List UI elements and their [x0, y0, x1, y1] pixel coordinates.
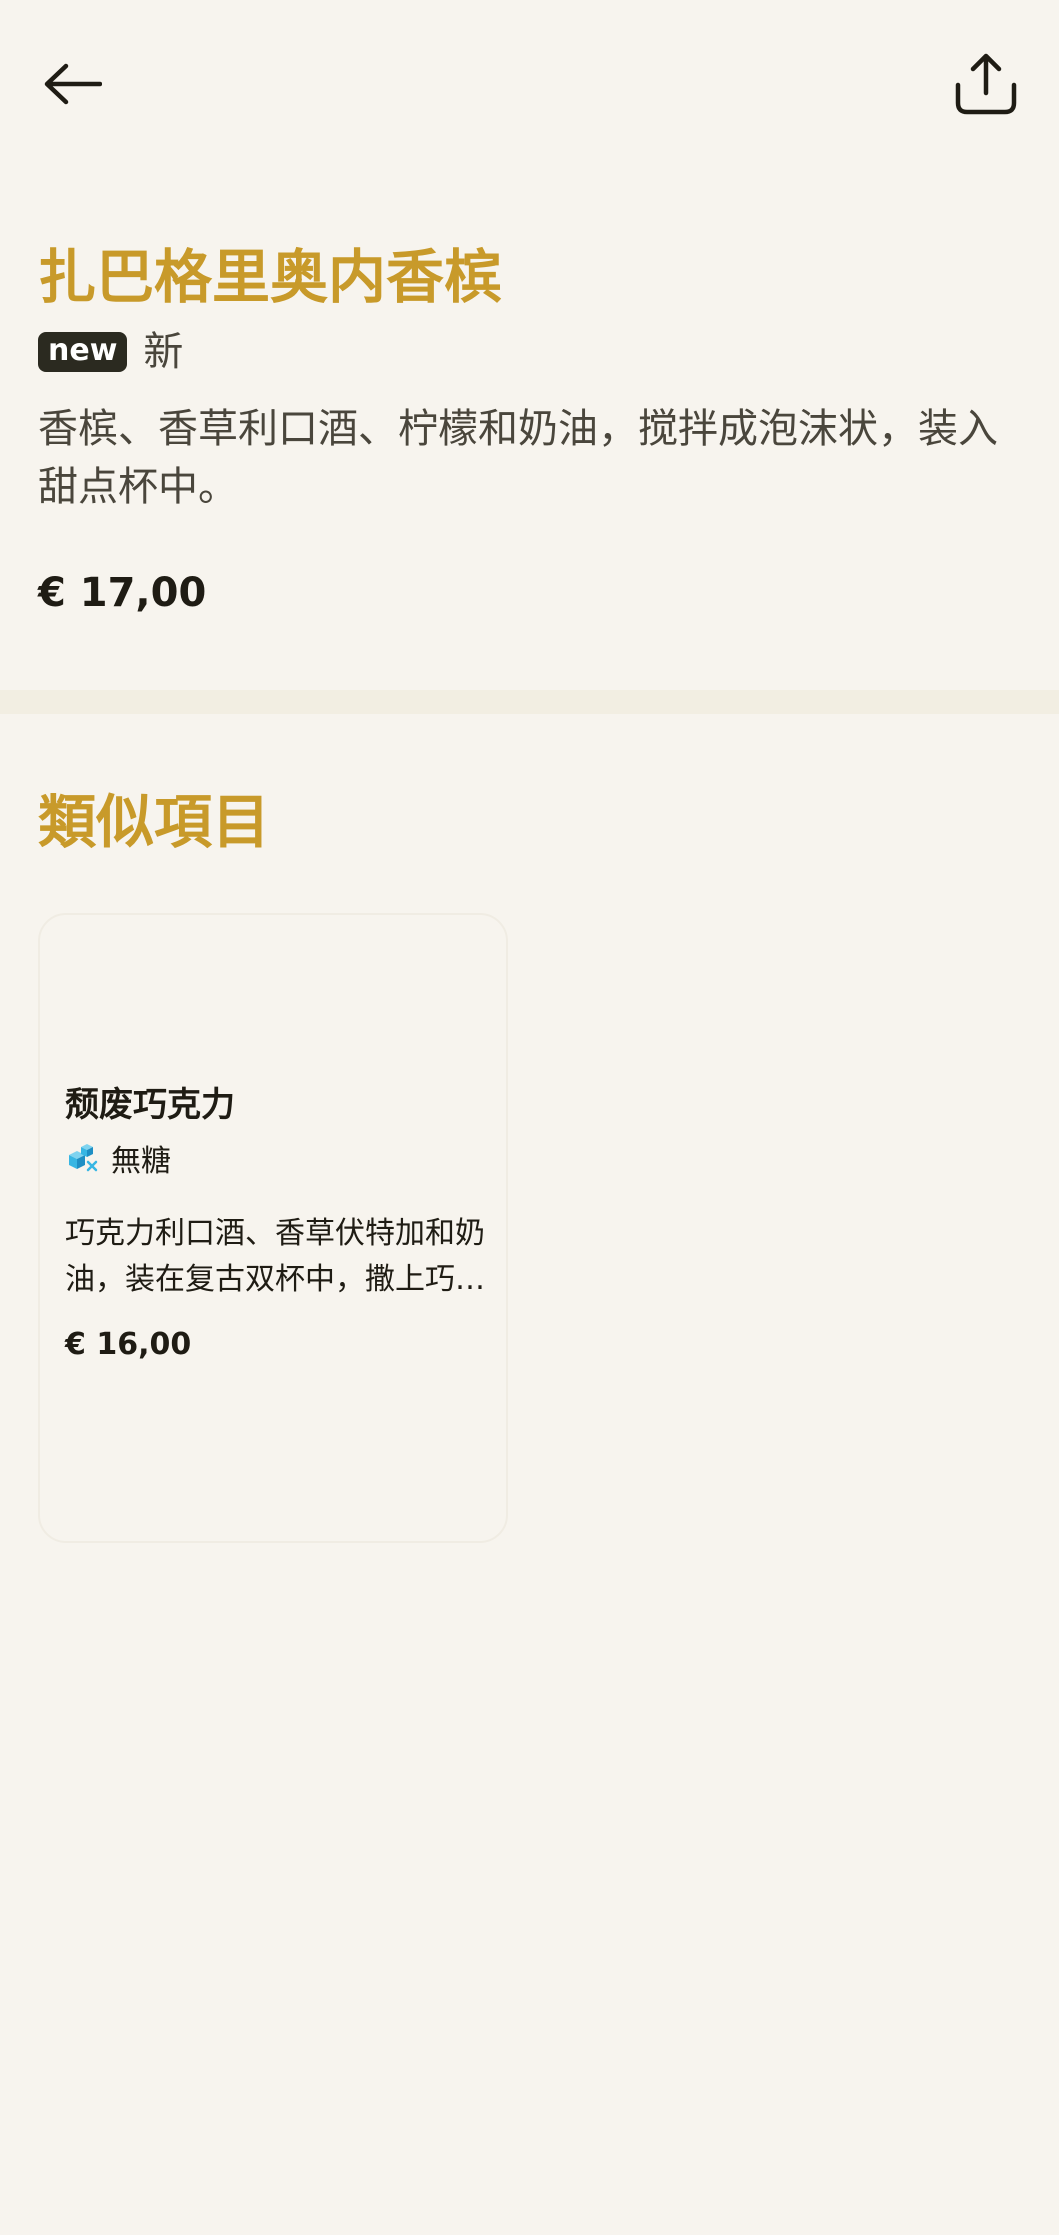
- similar-item-title: 颓废巧克力: [65, 1085, 235, 1125]
- similar-item-tag-label: 無糖: [111, 1144, 171, 1179]
- section-divider: [0, 690, 1059, 714]
- sugar-free-icon: [69, 1144, 98, 1172]
- top-bar: [0, 0, 1059, 170]
- item-detail: 扎巴格里奥内香槟 new 新 香槟、香草利口酒、柠檬和奶油，搅拌成泡沫状，装入甜…: [38, 240, 1018, 618]
- share-upload-icon: [955, 53, 1017, 115]
- back-button[interactable]: [30, 42, 114, 126]
- new-label: 新: [143, 329, 184, 375]
- similar-item-description: 巧克力利口酒、香草伏特加和奶油，装在复古双杯中，撒上巧…: [65, 1216, 485, 1297]
- item-price: € 17,00: [38, 570, 207, 616]
- item-tag-row: new 新: [38, 324, 1018, 380]
- similar-item-card[interactable]: 颓废巧克力 無糖 巧克力利口酒、香草伏特加和奶油，装在复古双杯中，撒上巧… € …: [38, 913, 508, 1543]
- new-badge: new: [38, 332, 128, 372]
- item-description: 香槟、香草利口酒、柠檬和奶油，搅拌成泡沫状，装入甜点杯中。: [38, 406, 998, 510]
- similar-items-title: 類似項目: [38, 788, 271, 856]
- similar-item-tag: 無糖: [65, 1139, 495, 1179]
- similar-item-content: 颓废巧克力 無糖 巧克力利口酒、香草伏特加和奶油，装在复古双杯中，撒上巧… € …: [65, 1083, 495, 1365]
- similar-item-price: € 16,00: [65, 1327, 192, 1362]
- item-title: 扎巴格里奥内香槟: [38, 243, 503, 311]
- share-button[interactable]: [944, 42, 1028, 126]
- arrow-left-icon: [44, 63, 102, 105]
